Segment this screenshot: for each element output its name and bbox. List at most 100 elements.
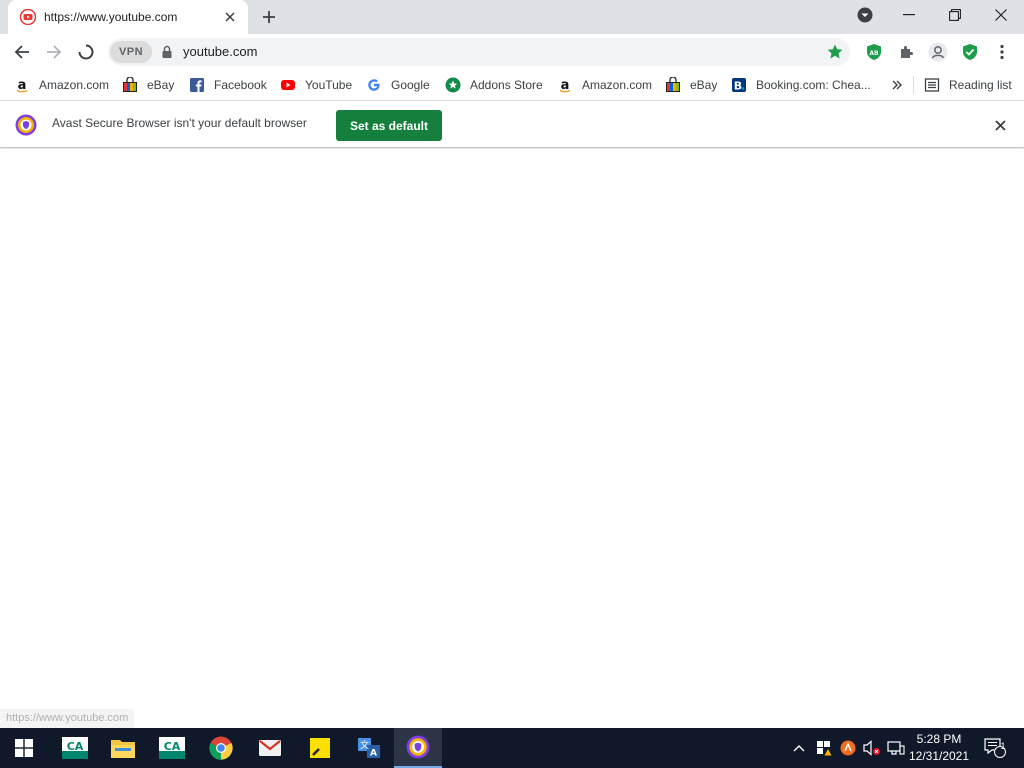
bookmark-ebay-2[interactable]: eBay: [665, 76, 717, 94]
youtube-favicon-icon: [19, 8, 37, 26]
bookmark-amazon[interactable]: a Amazon.com: [14, 76, 109, 94]
security-extension-button[interactable]: [958, 40, 982, 64]
windows-logo-icon: [15, 739, 33, 757]
avast-antivirus-icon: [840, 740, 856, 756]
tab-close-icon[interactable]: [222, 9, 238, 25]
security-tray-icon[interactable]: [813, 728, 835, 768]
chevron-down-circle-icon: [857, 7, 873, 23]
more-bookmarks-button[interactable]: [891, 76, 903, 94]
start-button[interactable]: [0, 728, 48, 768]
svg-text:文: 文: [360, 739, 369, 751]
taskbar-mail[interactable]: [246, 728, 294, 768]
bookmark-ebay[interactable]: eBay: [122, 76, 174, 94]
bookmark-facebook[interactable]: Facebook: [189, 76, 267, 94]
minimize-button[interactable]: [886, 0, 932, 30]
taskbar-avast-browser[interactable]: [394, 728, 442, 768]
volume-tray-icon[interactable]: [861, 728, 883, 768]
bookmark-amazon-2[interactable]: a Amazon.com: [557, 76, 652, 94]
stop-loading-button[interactable]: [72, 38, 100, 66]
tab-search-button[interactable]: [842, 0, 888, 30]
bookmark-google[interactable]: Google: [366, 76, 430, 94]
svg-text:A: A: [370, 749, 377, 759]
tab-title: https://www.youtube.com: [44, 10, 178, 24]
booking-icon: B: [731, 77, 747, 93]
taskbar-credit-agricole-app[interactable]: CA: [51, 728, 99, 768]
clock-time: 5:28 PM: [916, 732, 962, 746]
bookmark-addons-store[interactable]: Addons Store: [445, 76, 543, 94]
forward-button[interactable]: [40, 38, 68, 66]
arrow-right-icon: [47, 45, 62, 59]
svg-text:CA: CA: [67, 740, 84, 753]
avast-tray-icon[interactable]: [837, 728, 859, 768]
bookmark-label: Amazon.com: [39, 78, 110, 92]
google-icon: [366, 77, 382, 93]
bookmark-booking[interactable]: B Booking.com: Chea...: [731, 76, 871, 94]
taskbar-credit-agricole-app-2[interactable]: CA: [148, 728, 196, 768]
notification-count-badge: 1: [1000, 741, 1006, 751]
amazon-icon: a: [14, 77, 30, 93]
puzzle-icon: [901, 46, 913, 58]
volume-muted-icon: [863, 740, 880, 756]
restore-button[interactable]: [932, 0, 978, 30]
taskbar-translator[interactable]: 文A: [345, 728, 393, 768]
chrome-icon: [209, 736, 233, 760]
bookmark-label: YouTube: [305, 78, 353, 92]
facebook-icon: [189, 77, 205, 93]
profile-avatar-icon: [928, 42, 948, 62]
title-bar: https://www.youtube.com: [0, 0, 1024, 34]
taskbar-clock[interactable]: 5:28 PM 12/31/2021: [902, 731, 976, 765]
bookmark-label: Facebook: [214, 78, 267, 92]
browser-menu-button[interactable]: [990, 40, 1014, 64]
show-hidden-icons-button[interactable]: [789, 728, 809, 768]
ebay-icon: [122, 77, 138, 93]
infobar-message: Avast Secure Browser isn't your default …: [52, 116, 307, 130]
lock-icon[interactable]: [160, 45, 174, 59]
ebay-icon: [665, 77, 681, 93]
default-browser-infobar: Avast Secure Browser isn't your default …: [0, 100, 1024, 148]
adblock-extension-button[interactable]: AB: [862, 40, 886, 64]
svg-text:B: B: [734, 80, 742, 93]
new-tab-button[interactable]: [258, 6, 280, 28]
taskbar-chrome[interactable]: [197, 728, 245, 768]
vpn-button[interactable]: VPN: [110, 41, 152, 63]
youtube-icon: [280, 77, 296, 93]
avast-browser-icon: [406, 735, 430, 759]
bookmark-label: Addons Store: [470, 78, 543, 92]
bookmark-label: Booking.com: Chea...: [756, 78, 871, 92]
bookmark-star-icon[interactable]: [826, 43, 844, 61]
amazon-icon: a: [557, 77, 573, 93]
browser-tab[interactable]: https://www.youtube.com: [8, 0, 248, 34]
taskbar-sticky-notes[interactable]: [296, 728, 344, 768]
taskbar-file-explorer[interactable]: [99, 728, 147, 768]
extensions-button[interactable]: [894, 40, 918, 64]
reading-list-button[interactable]: Reading list: [924, 76, 1012, 94]
avast-logo-icon: [15, 114, 37, 136]
set-as-default-button[interactable]: Set as default: [336, 110, 442, 141]
bookmarks-divider: [913, 76, 914, 94]
bookmark-label: Amazon.com: [582, 78, 653, 92]
svg-text:AB: AB: [869, 50, 879, 57]
bookmark-youtube[interactable]: YouTube: [280, 76, 352, 94]
translate-icon: 文A: [358, 738, 380, 759]
close-window-button[interactable]: [978, 0, 1024, 30]
reading-list-label: Reading list: [949, 78, 1012, 92]
infobar-close-icon[interactable]: [992, 117, 1008, 133]
svg-text:CA: CA: [164, 740, 181, 753]
shield-check-icon: [963, 44, 977, 60]
reading-list-icon: [924, 77, 940, 93]
back-button[interactable]: [8, 38, 36, 66]
adblock-shield-icon: AB: [867, 44, 881, 60]
profile-button[interactable]: [926, 40, 950, 64]
credit-agricole-icon: CA: [62, 737, 88, 759]
more-vertical-icon: [1000, 44, 1004, 60]
windows-security-warning-icon: [817, 741, 832, 756]
browser-toolbar: VPN youtube.com AB: [0, 34, 1024, 70]
url-text[interactable]: youtube.com: [183, 44, 257, 59]
bookmark-label: eBay: [690, 78, 718, 92]
address-bar[interactable]: VPN youtube.com: [108, 38, 850, 66]
addons-store-icon: [445, 77, 461, 93]
notifications-button[interactable]: 1: [980, 728, 1010, 768]
mail-icon: [259, 740, 281, 756]
status-bubble-url: https://www.youtube.com: [0, 709, 135, 728]
page-content-area[interactable]: [0, 149, 1024, 728]
